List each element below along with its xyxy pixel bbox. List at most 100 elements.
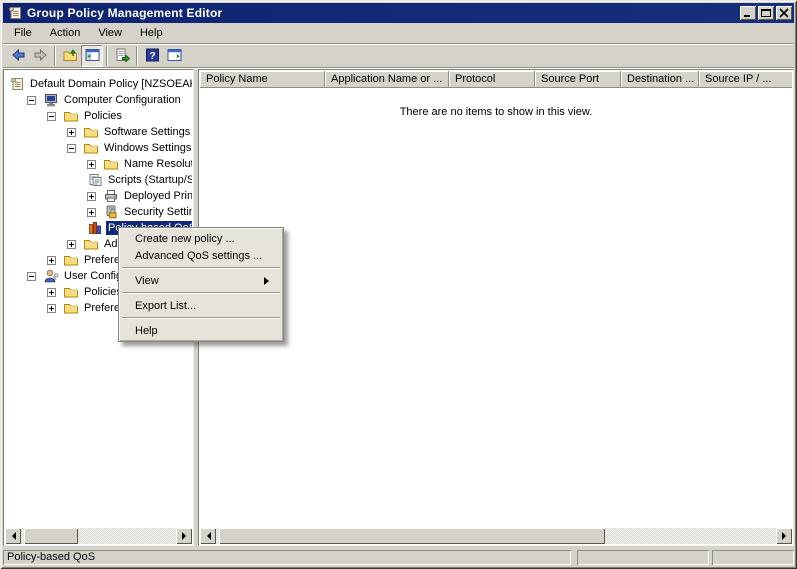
qos-chart-icon [87,220,103,236]
scroll-right-button[interactable] [176,528,192,544]
expand-toggle-icon[interactable] [67,240,83,249]
column-header-source-port[interactable]: Source Port [535,71,621,88]
toolbar-show-action-pane-button[interactable] [163,45,185,67]
tree-item-label: Policies [82,109,124,123]
folder-icon [63,300,79,316]
gpo-scroll-icon [9,76,25,92]
status-bar: Policy-based QoS [3,548,794,566]
tree-item-software-settings[interactable]: Software Settings [5,124,192,140]
folder-icon [83,236,99,252]
menu-file[interactable]: File [5,25,41,42]
show-console-tree-icon [84,47,101,66]
security-icon [103,204,119,220]
back-icon [10,47,27,66]
folder-icon [83,124,99,140]
tree-item-security-settings[interactable]: Security Settings [5,204,192,220]
toolbar-separator [54,47,56,65]
show-action-pane-icon [166,47,183,66]
tree-item-label: Software Settings [102,125,192,139]
tree-item-computer-configuration[interactable]: Computer Configuration [5,92,192,108]
toolbar-export-list-button[interactable] [111,45,133,67]
menu-view[interactable]: View [89,25,131,42]
scrollbar-thumb[interactable] [24,528,78,544]
folder-icon [63,284,79,300]
printer-icon [103,188,119,204]
tree-item-name-resolution-po[interactable]: Name Resolution Po [5,156,192,172]
scroll-left-button[interactable] [5,528,21,544]
expand-toggle-icon[interactable] [87,208,103,217]
folder-icon [83,140,99,156]
status-text: Policy-based QoS [3,550,571,565]
column-header-application-name-or[interactable]: Application Name or ... [325,71,449,88]
menu-item-label: Create new policy ... [135,233,273,245]
list-horizontal-scrollbar[interactable] [200,528,792,544]
tree-item-policies[interactable]: Policies [5,108,192,124]
column-header-source-ip[interactable]: Source IP / ... [699,71,792,88]
minimize-button[interactable] [740,6,756,20]
collapse-toggle-icon[interactable] [47,112,63,121]
tree-item-label: Scripts (Startup/Sh [106,173,192,187]
menu-item-label: Help [135,325,273,337]
results-pane: Policy NameApplication Name or ...Protoc… [198,69,794,546]
context-menu-item-view[interactable]: View [120,272,282,289]
tree-item-windows-settings[interactable]: Windows Settings [5,140,192,156]
up-one-level-icon [62,47,79,66]
menu-action[interactable]: Action [41,25,90,42]
context-menu-item-create-new-policy[interactable]: Create new policy ... [120,230,282,247]
export-list-icon [114,47,131,66]
collapse-toggle-icon[interactable] [27,96,43,105]
toolbar-up-one-level-button[interactable] [59,45,81,67]
scroll-left-button[interactable] [200,528,216,544]
context-menu-item-advanced-qos-settings[interactable]: Advanced QoS settings ... [120,247,282,264]
computer-icon [43,92,59,108]
forward-icon [32,47,49,66]
tree-item-label: Name Resolution Po [122,157,192,171]
scrollbar-thumb[interactable] [219,528,605,544]
expand-toggle-icon[interactable] [67,128,83,137]
context-menu-item-help[interactable]: Help [120,322,282,339]
submenu-arrow-icon [264,277,273,285]
scroll-right-button[interactable] [776,528,792,544]
toolbar-show-console-tree-button[interactable] [81,45,103,67]
user-icon [43,268,59,284]
column-header-protocol[interactable]: Protocol [449,71,535,88]
title-bar[interactable]: Group Policy Management Editor [3,3,794,23]
context-menu-item-export-list[interactable]: Export List... [120,297,282,314]
tree-horizontal-scrollbar[interactable] [5,528,192,544]
collapse-toggle-icon[interactable] [67,144,83,153]
tree-item-label: Security Settings [122,205,192,219]
list-body[interactable]: There are no items to show in this view. [200,88,792,528]
folder-icon [63,108,79,124]
expand-toggle-icon[interactable] [47,256,63,265]
toolbar-back-button[interactable] [7,45,29,67]
column-header-destination[interactable]: Destination ... [621,71,699,88]
gpo-scroll-icon [7,5,23,21]
svg-text:?: ? [149,50,155,62]
toolbar-help-button[interactable]: ? [141,45,163,67]
group-policy-editor-window: Group Policy Management Editor FileActio… [0,0,797,569]
menu-separator [122,267,280,269]
maximize-button[interactable] [758,6,774,20]
tree-item-label: Default Domain Policy [NZSOEAKAD [28,77,192,91]
folder-icon [103,156,119,172]
context-menu: Create new policy ... Advanced QoS settin… [118,227,284,342]
toolbar-forward-button[interactable] [29,45,51,67]
tree-item-deployed-printers[interactable]: Deployed Printers [5,188,192,204]
tree-item-default-domain-policy-nzsoeakad[interactable]: Default Domain Policy [NZSOEAKAD [5,76,192,92]
tree-item-scripts-startup-sh[interactable]: Scripts (Startup/Sh [5,172,192,188]
column-header-policy-name[interactable]: Policy Name [200,71,325,88]
expand-toggle-icon[interactable] [87,160,103,169]
tree-item-label: Computer Configuration [62,93,183,107]
status-panel [712,550,794,565]
collapse-toggle-icon[interactable] [27,272,43,281]
menu-item-label: Advanced QoS settings ... [135,250,273,262]
tree-item-label: Deployed Printers [122,189,192,203]
expand-toggle-icon[interactable] [47,288,63,297]
close-button[interactable] [776,6,792,20]
expand-toggle-icon[interactable] [47,304,63,313]
toolbar-separator [106,47,108,65]
menu-bar: FileActionViewHelp [3,23,794,43]
expand-toggle-icon[interactable] [87,192,103,201]
toolbar: ? [3,45,794,67]
menu-help[interactable]: Help [131,25,172,42]
